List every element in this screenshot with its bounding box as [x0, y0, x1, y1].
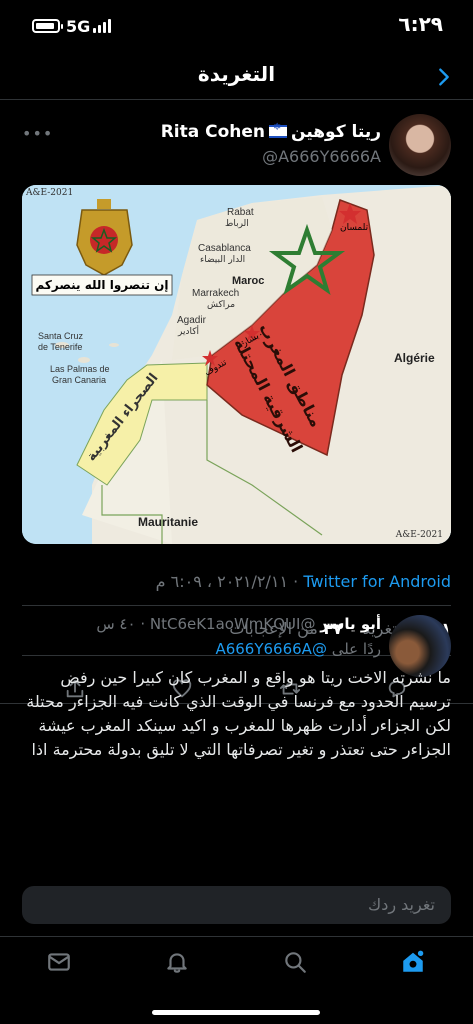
- divider: [22, 605, 451, 606]
- author-name[interactable]: ريتا كوهين Rita Cohen: [161, 122, 381, 142]
- map-label-santacruz: Santa Cruz: [38, 331, 84, 341]
- page-title: التغريدة: [197, 62, 276, 86]
- map-label-casablanca: Casablanca: [198, 243, 251, 254]
- map-label-agadir-ar: أكادير: [178, 327, 200, 337]
- map-label-algerie: Algérie: [394, 351, 435, 365]
- copyright-bottom: A&E-2021: [395, 530, 443, 540]
- banner-text: إن تنصروا الله ينصركم: [35, 278, 169, 292]
- map-label-rabat: Rabat: [227, 207, 254, 218]
- network-type: 5G: [66, 17, 91, 36]
- compose-bar: تغريد ردك: [0, 876, 473, 936]
- home-icon[interactable]: [400, 949, 426, 975]
- tweet-timestamp: ٢٠٢١/٢/١١ ، ٦:٠٩ م: [155, 572, 289, 591]
- israel-flag-icon: [269, 122, 288, 138]
- status-bar: 5G ٦:٢٩: [0, 0, 473, 50]
- map-label-agadir: Agadir: [177, 315, 206, 326]
- more-options-icon[interactable]: •••: [22, 124, 53, 143]
- reply-time: ٤٠ س: [96, 615, 136, 633]
- tweet-source-link[interactable]: Twitter for Android: [303, 572, 451, 591]
- avatar[interactable]: [389, 114, 451, 176]
- home-indicator: [152, 1010, 320, 1015]
- search-icon[interactable]: [282, 949, 308, 975]
- map-label-tenerife: de Tenerife: [38, 342, 83, 352]
- messages-icon[interactable]: [46, 949, 72, 975]
- map-label-casablanca-ar: الدار البيضاء: [200, 255, 246, 265]
- reply-text: ما نشرته الاخت ريتا هو واقع و المغرب كان…: [26, 668, 451, 759]
- bottom-tab-bar: [0, 936, 473, 1024]
- map-label-mauritanie: Mauritanie: [138, 515, 199, 529]
- replying-to-label: ردًا على: [331, 640, 381, 658]
- map-label-marrakech-ar: مراكش: [207, 300, 236, 310]
- signal-icon: [93, 19, 115, 33]
- reply-input-placeholder: تغريد ردك: [368, 895, 435, 914]
- replying-to: ردًا على @A666Y6666A: [215, 640, 381, 658]
- author-handle[interactable]: @A666Y6666A: [262, 147, 381, 166]
- author-name-arabic: ريتا كوهين: [291, 122, 381, 142]
- tweet-image[interactable]: A&E-2021 A&E-2021 إن تنصروا الله ينصركم …: [22, 185, 451, 544]
- author-name-latin: Rita Cohen: [160, 122, 266, 142]
- map-label-grancanaria: Gran Canaria: [52, 375, 107, 385]
- tweet-meta: ٢٠٢١/٢/١١ ، ٦:٠٩ م · Twitter for Android: [155, 572, 451, 591]
- battery-icon: [32, 19, 63, 33]
- reply-author-name[interactable]: أبو ياسر: [320, 615, 381, 633]
- map-label-maroc: Maroc: [232, 275, 265, 287]
- map-label-laspalmas: Las Palmas de: [50, 364, 110, 374]
- map-label-tlemcen: تلمسان: [340, 223, 369, 233]
- map-label-rabat-ar: الرباط: [225, 219, 249, 229]
- back-chevron-icon[interactable]: [433, 66, 455, 88]
- status-time: ٦:٢٩: [398, 12, 443, 36]
- notifications-icon[interactable]: [164, 949, 190, 975]
- reply-header: أبو ياسر @NtC6eK1aoWmKQUI · ٤٠ س: [96, 615, 381, 633]
- map-label-marrakech: Marrakech: [192, 288, 240, 299]
- copyright-top: A&E-2021: [26, 188, 74, 198]
- top-bar: التغريدة: [0, 52, 473, 100]
- reply-author-handle[interactable]: @NtC6eK1aoWmKQUI: [150, 615, 316, 633]
- reply-input[interactable]: تغريد ردك: [22, 886, 451, 924]
- replying-to-handle[interactable]: @A666Y6666A: [215, 640, 327, 658]
